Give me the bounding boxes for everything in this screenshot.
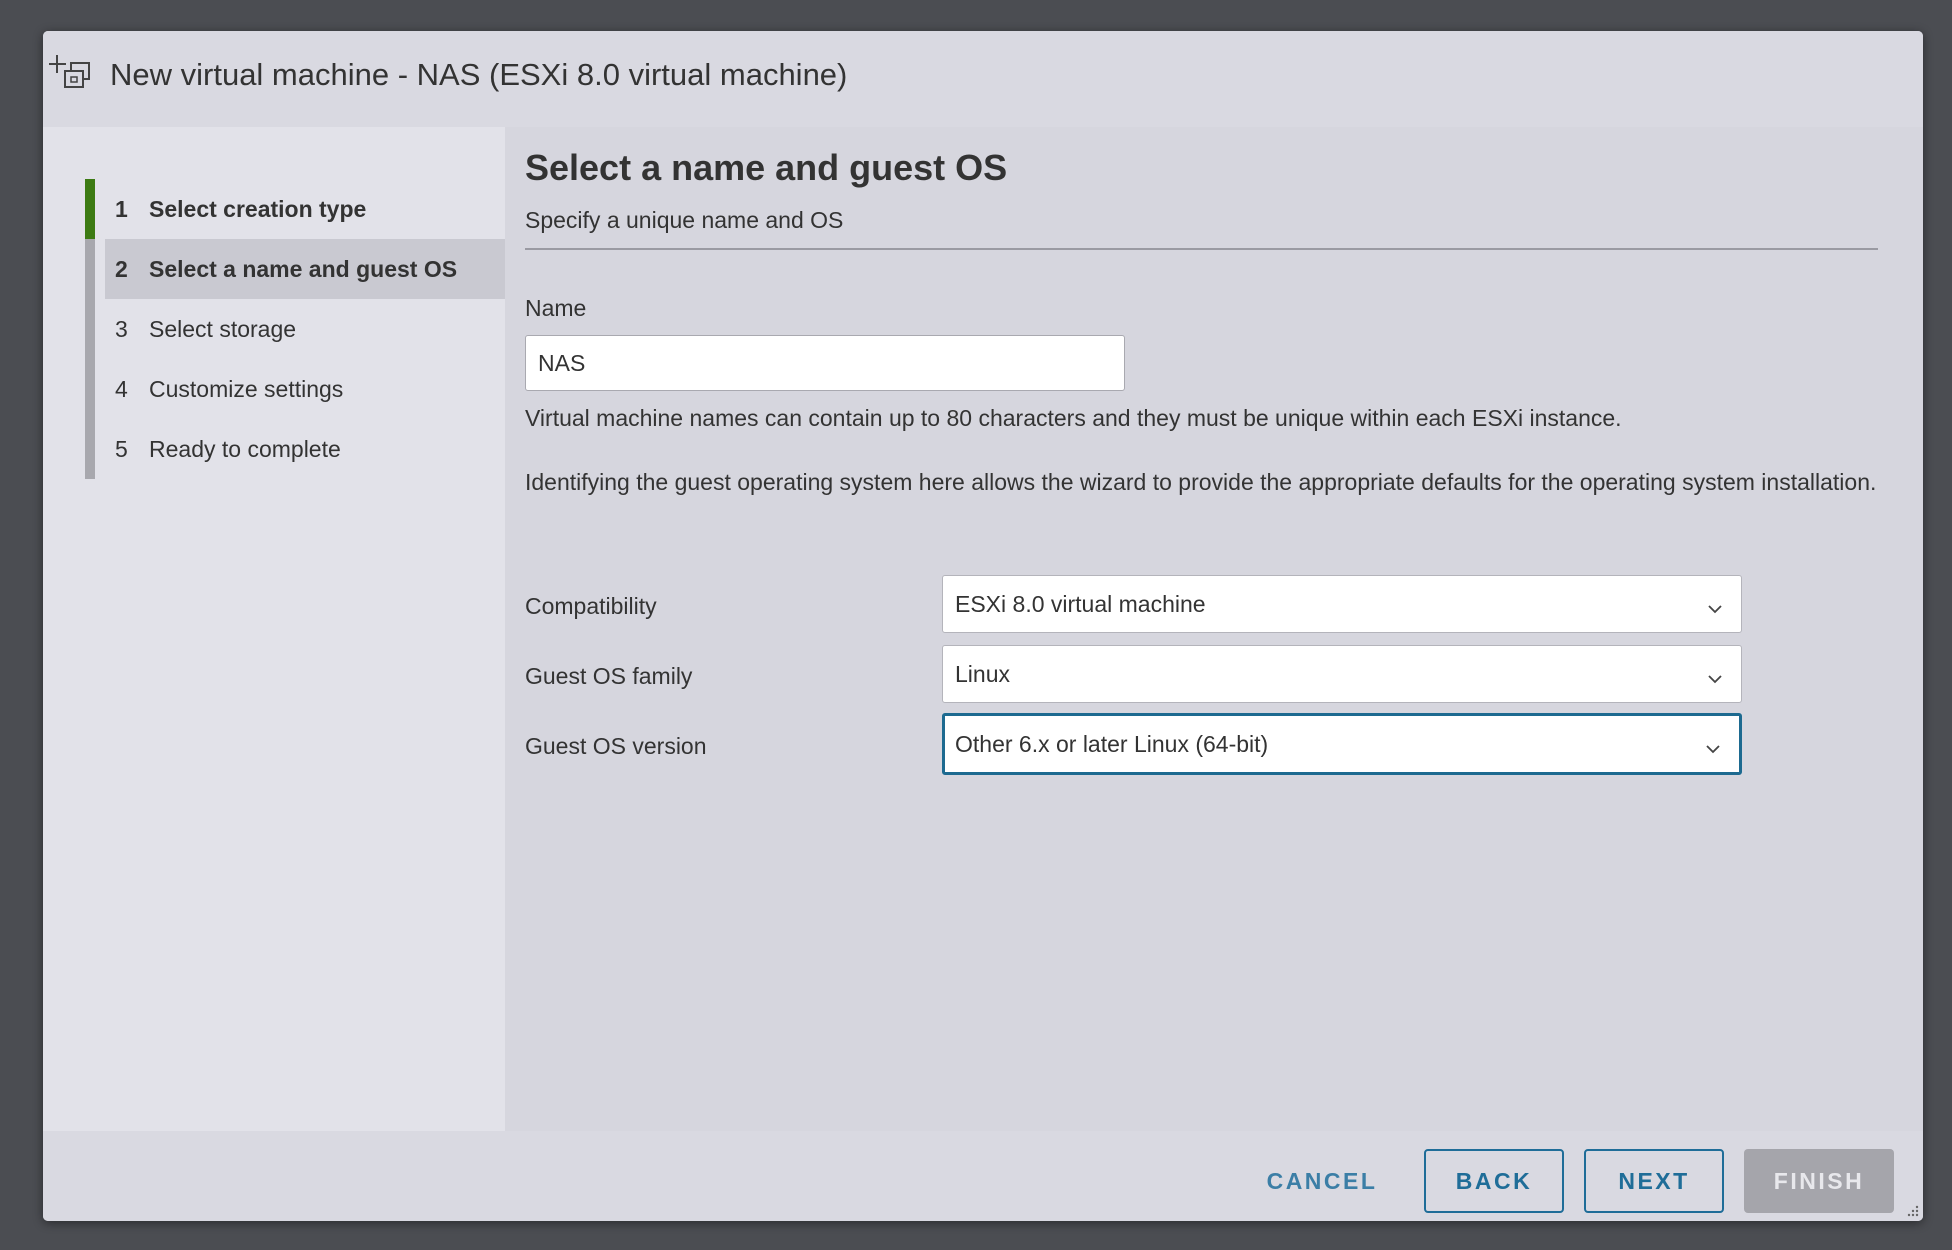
step-select-creation-type[interactable]: 1 Select creation type (105, 179, 505, 239)
guest-os-version-label: Guest OS version (525, 733, 707, 759)
page-title: Select a name and guest OS (525, 147, 1008, 188)
guest-os-family-value: Linux (955, 660, 1010, 687)
new-vm-icon (49, 53, 95, 93)
name-help-text: Virtual machine names can contain up to … (525, 405, 1622, 431)
next-button[interactable]: NEXT (1584, 1149, 1724, 1213)
page-subtitle: Specify a unique name and OS (525, 207, 844, 233)
vm-name-input[interactable] (525, 335, 1125, 391)
step-number: 3 (115, 315, 128, 342)
guest-os-family-label: Guest OS family (525, 663, 693, 689)
cancel-button[interactable]: CANCEL (1243, 1149, 1401, 1213)
step-number: 2 (115, 255, 128, 282)
title-divider (525, 248, 1878, 250)
step-label: Select creation type (149, 195, 367, 222)
step-progress-completed (85, 179, 95, 239)
step-label: Customize settings (149, 375, 344, 402)
back-button[interactable]: BACK (1424, 1149, 1564, 1213)
compatibility-value: ESXi 8.0 virtual machine (955, 590, 1206, 617)
wizard-steps-sidebar: 1 Select creation type 2 Select a name a… (43, 127, 505, 1131)
step-number: 4 (115, 375, 128, 402)
dialog-title: New virtual machine - NAS (ESXi 8.0 virt… (110, 57, 848, 92)
finish-button: FINISH (1744, 1149, 1894, 1213)
guest-os-family-select[interactable]: Linux (942, 645, 1742, 703)
name-label: Name (525, 295, 587, 321)
step-label: Select storage (149, 315, 297, 342)
step-select-storage[interactable]: 3 Select storage (105, 299, 505, 359)
compatibility-select[interactable]: ESXi 8.0 virtual machine (942, 575, 1742, 633)
guest-os-version-select[interactable]: Other 6.x or later Linux (64-bit) (942, 713, 1742, 775)
step-label: Ready to complete (149, 435, 341, 462)
guest-os-version-value: Other 6.x or later Linux (64-bit) (955, 730, 1269, 757)
new-vm-dialog: New virtual machine - NAS (ESXi 8.0 virt… (43, 31, 1923, 1221)
dialog-footer: CANCEL BACK NEXT FINISH (43, 1131, 1923, 1221)
step-ready-to-complete[interactable]: 5 Ready to complete (105, 419, 505, 479)
chevron-down-icon (1705, 736, 1721, 754)
step-select-name-guest-os[interactable]: 2 Select a name and guest OS (105, 239, 505, 299)
os-help-text: Identifying the guest operating system h… (525, 469, 1877, 495)
step-label: Select a name and guest OS (149, 255, 458, 282)
step-customize-settings[interactable]: 4 Customize settings (105, 359, 505, 419)
dialog-header: New virtual machine - NAS (ESXi 8.0 virt… (43, 31, 1923, 127)
compatibility-label: Compatibility (525, 593, 657, 619)
wizard-content: Select a name and guest OS Specify a uni… (505, 127, 1923, 1131)
step-number: 5 (115, 435, 128, 462)
resize-grip-icon[interactable] (1905, 1203, 1919, 1217)
step-number: 1 (115, 195, 128, 222)
chevron-down-icon (1707, 666, 1723, 684)
chevron-down-icon (1707, 596, 1723, 614)
